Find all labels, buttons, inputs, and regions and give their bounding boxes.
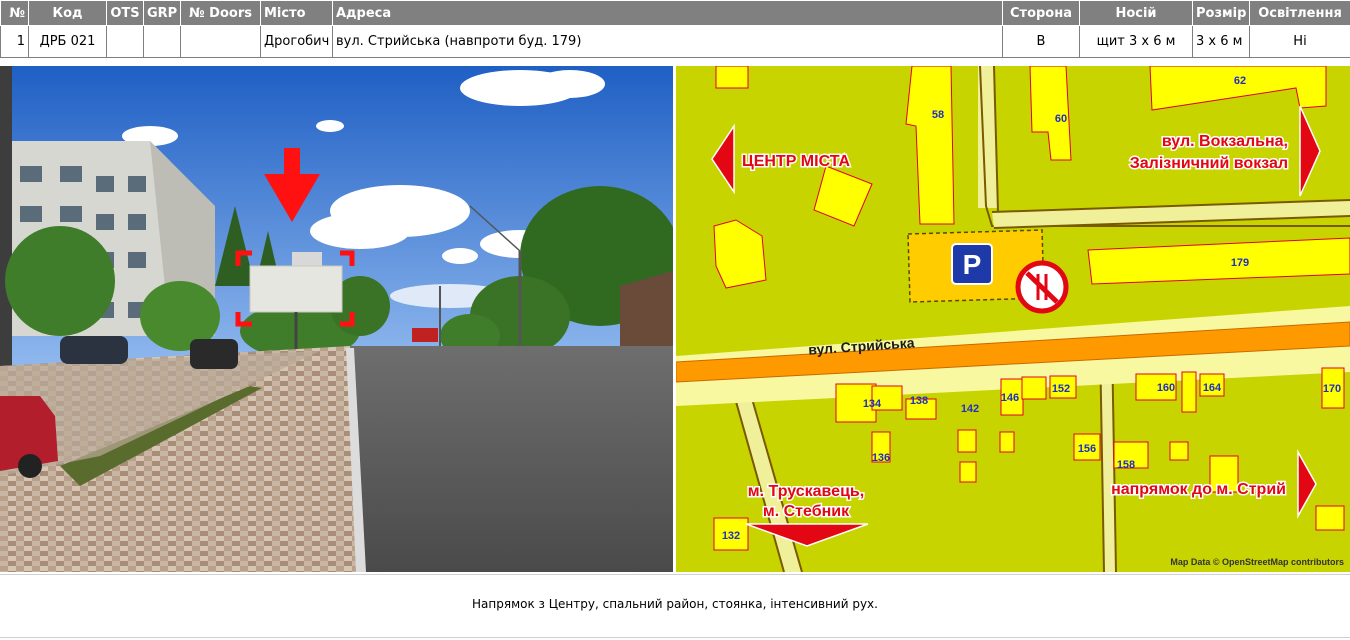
col-grp: GRP <box>143 0 181 26</box>
page: № Код OTS GRP № Doors Місто Адреса Сторо… <box>0 0 1350 640</box>
col-address: Адреса <box>332 0 1003 26</box>
cell-size: 3 х 6 м <box>1192 25 1250 58</box>
cell-address: вул. Стрийська (навпроти буд. 179) <box>332 25 1003 58</box>
dir-label-right-1: вул. Вокзальна, <box>1162 133 1288 150</box>
house-number: 134 <box>863 398 882 410</box>
dir-label-bottom-right: напрямок до м. Стрий <box>1111 481 1286 498</box>
house-number: 138 <box>910 395 928 407</box>
house-number: 160 <box>1157 382 1175 394</box>
house-number: 170 <box>1323 383 1341 395</box>
col-size: Розмір <box>1192 0 1250 26</box>
cell-code: ДРБ 021 <box>28 25 107 58</box>
cell-doors <box>180 25 261 58</box>
dir-label-right-2: Залізничний вокзал <box>1130 155 1288 172</box>
divider <box>0 637 1350 638</box>
house-number: 146 <box>1001 392 1019 404</box>
col-ots: OTS <box>106 0 144 26</box>
dir-label-bottom-1: м. Трускавець, <box>748 483 864 500</box>
dir-label-center: ЦЕНТР МІСТА <box>742 153 851 170</box>
cell-grp <box>143 25 181 58</box>
cell-carrier: щит 3 х 6 м <box>1079 25 1193 58</box>
cell-num: 1 <box>0 25 29 58</box>
house-number: 62 <box>1234 75 1246 87</box>
col-carrier: Носій <box>1079 0 1193 26</box>
house-number: 164 <box>1203 382 1222 394</box>
street-photo-drawing <box>0 66 673 572</box>
road <box>350 346 673 572</box>
house-number: 60 <box>1055 113 1067 125</box>
cell-ots <box>106 25 144 58</box>
house-number: 158 <box>1117 459 1135 471</box>
table-row: 1 ДРБ 021 Дрогобич вул. Стрийська (навпр… <box>0 25 1350 58</box>
house-number: 142 <box>961 403 979 415</box>
info-table: № Код OTS GRP № Doors Місто Адреса Сторо… <box>0 0 1350 58</box>
cell-lighting: Ні <box>1249 25 1350 58</box>
distant-building <box>412 328 438 342</box>
house-number: 58 <box>932 109 944 121</box>
map-attribution: Map Data © OpenStreetMap contributors <box>1170 557 1344 567</box>
house-number: 136 <box>872 452 890 464</box>
col-doors: № Doors <box>180 0 261 26</box>
table-header-row: № Код OTS GRP № Doors Місто Адреса Сторо… <box>0 0 1350 26</box>
house-number: 132 <box>722 530 740 542</box>
map-drawing: P вул. Стрийська 58 60 62 179 132 134 13… <box>676 66 1350 572</box>
house-number: 156 <box>1078 443 1096 455</box>
cell-city: Дрогобич <box>260 25 333 58</box>
house-number: 152 <box>1052 383 1070 395</box>
street-photo <box>0 66 673 572</box>
col-num: № <box>0 0 29 26</box>
house-number: 179 <box>1231 257 1249 269</box>
col-side: Сторона <box>1002 0 1080 26</box>
col-lighting: Освітлення <box>1249 0 1350 26</box>
cell-side: B <box>1002 25 1080 58</box>
location-map: P вул. Стрийська 58 60 62 179 132 134 13… <box>676 66 1350 572</box>
description: Напрямок з Центру, спальний район, стоян… <box>472 597 878 611</box>
dir-label-bottom-2: м. Стебник <box>763 503 850 520</box>
col-city: Місто <box>260 0 333 26</box>
billboard-marker-icon <box>1015 260 1069 314</box>
col-code: Код <box>28 0 107 26</box>
divider <box>0 574 1350 575</box>
parking-symbol: P <box>963 249 982 280</box>
